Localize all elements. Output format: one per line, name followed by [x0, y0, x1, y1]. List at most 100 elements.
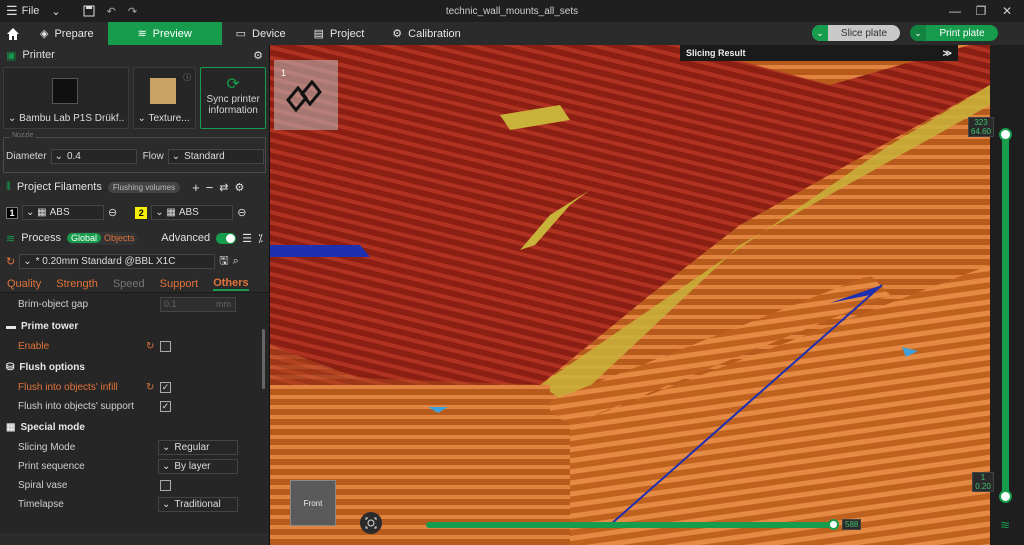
plate-selector[interactable]: ⓘ ⌄ Texture... [132, 67, 197, 129]
profile-row: ↻ ⌄ * 0.20mm Standard @BBL X1C 🖫 ⌕ [0, 248, 269, 275]
flow-select[interactable]: ⌄ Standard [167, 149, 264, 164]
chevron-down-icon[interactable]: ⌄ [812, 25, 828, 41]
remove-icon[interactable]: − [206, 180, 214, 195]
zoom-fit-icon[interactable] [360, 512, 382, 534]
filament-row: 1 ⌄ ▦ ABS ⊖ 2 ⌄ ▦ ABS ⊖ [0, 197, 269, 224]
filaments-header: ⦀ Project Filaments Flushing volumes + −… [0, 177, 269, 197]
slice-plate-button[interactable]: ⌄ Slice plate [812, 25, 900, 41]
info-icon[interactable]: ⓘ [183, 72, 191, 83]
settings-gear-icon[interactable]: ⚙ [253, 49, 263, 62]
process-subtabs: Quality Strength Speed Support Others [0, 275, 269, 293]
dropdown-chevron-icon[interactable]: ⌄ [45, 0, 66, 22]
spiral-vase-row: Spiral vase [0, 476, 269, 495]
close-icon[interactable]: ✕ [994, 4, 1020, 18]
options-scrollbar[interactable] [262, 329, 265, 389]
filament-1-swatch[interactable]: 1 [6, 206, 18, 219]
filament-2-select[interactable]: ⌄ ▦ ABS [151, 205, 234, 220]
reset-icon[interactable]: ↻ [6, 255, 15, 268]
layer-top-handle[interactable] [999, 128, 1012, 141]
list-icon[interactable]: ☰ [242, 232, 252, 245]
flush-infill-checkbox[interactable]: ✓ [160, 382, 171, 393]
prime-tower-icon: ▬ [6, 320, 16, 332]
move-value-label: 588 [842, 519, 862, 530]
home-icon[interactable] [0, 22, 26, 45]
add-icon[interactable]: + [192, 180, 200, 195]
brim-gap-row: Brim-object gap 0.1 mm [0, 293, 269, 315]
move-slider[interactable] [426, 522, 836, 528]
monitor-icon: ▭ [235, 28, 247, 40]
spiral-vase-checkbox[interactable] [160, 480, 171, 491]
tab-prepare[interactable]: ◈ Prepare [26, 22, 108, 45]
undo-icon[interactable]: ↶ [101, 0, 122, 22]
flush-support-checkbox[interactable]: ✓ [160, 401, 171, 412]
layers-icon: ≋ [137, 28, 147, 40]
sync-printer-button[interactable]: ⟳ Sync printer information [200, 67, 266, 129]
reset-icon[interactable]: ↻ [146, 382, 154, 393]
filament-gear-icon[interactable]: ⚙ [234, 181, 244, 194]
flush-infill-row: Flush into objects' infill ↻ ✓ [18, 382, 171, 393]
subtab-speed[interactable]: Speed [113, 278, 145, 290]
printer-selector[interactable]: ⌄ Bambu Lab P1S Drükf... [3, 67, 129, 129]
tab-preview[interactable]: ≋ Preview [107, 22, 222, 45]
3d-preview-viewport[interactable]: Slicing Result ≫ 1 [270, 45, 1024, 545]
global-objects-toggle[interactable]: Global Objects [66, 231, 138, 245]
tab-calibration[interactable]: ⚙ Calibration [378, 22, 474, 45]
reset-icon[interactable]: ↻ [146, 341, 154, 352]
chevron-down-icon[interactable]: ⌄ [910, 25, 926, 41]
timelapse-select[interactable]: ⌄ Traditional [158, 497, 238, 512]
window-title: technic_wall_mounts_all_sets [445, 5, 579, 17]
subtab-quality[interactable]: Quality [7, 278, 41, 290]
plate-thumbnail[interactable]: 1 [274, 60, 338, 130]
flush-support-row: Flush into objects' support ✓ [18, 401, 171, 412]
save-profile-icon[interactable]: 🖫 [219, 252, 228, 271]
options-list: Brim-object gap 0.1 mm ▬ Prime tower Enab… [0, 293, 269, 533]
process-profile-select[interactable]: ⌄ * 0.20mm Standard @BBL X1C [19, 254, 216, 269]
collapse-chevron-icon[interactable]: ≫ [943, 48, 952, 59]
search-icon[interactable]: ⌕ [233, 255, 239, 268]
filament-icon: ⦀ [6, 180, 11, 193]
sliced-model-render [270, 45, 1024, 545]
compare-icon[interactable]: ⁒ [258, 232, 263, 245]
layers-stack-icon[interactable]: ≋ [1000, 518, 1010, 532]
print-sequence-select[interactable]: ⌄ By layer [158, 459, 238, 474]
file-menu[interactable]: ☰ File [0, 0, 45, 22]
diameter-select[interactable]: ⌄ 0.4 [50, 149, 137, 164]
sync-icon: ⟳ [226, 76, 240, 93]
layer-bottom-label: 1 0.20 [972, 472, 994, 492]
subtab-others[interactable]: Others [213, 277, 249, 291]
filament-1-select[interactable]: ⌄ ▦ ABS [22, 205, 104, 220]
sync-filament-icon[interactable]: ⇄ [219, 181, 228, 194]
layer-bottom-handle[interactable] [999, 490, 1012, 503]
remove-filament-icon[interactable]: ⊖ [237, 206, 246, 219]
printer-section-header: ▣ Printer ⚙ [0, 45, 269, 65]
slicing-mode-row: Slicing Mode ⌄ Regular [0, 438, 269, 457]
hamburger-icon: ☰ [6, 3, 18, 18]
advanced-toggle[interactable] [216, 232, 237, 244]
filament-2-swatch[interactable]: 2 [135, 206, 148, 219]
subtab-strength[interactable]: Strength [56, 278, 98, 290]
printer-image-icon [52, 78, 78, 104]
remove-filament-icon[interactable]: ⊖ [108, 206, 117, 219]
redo-icon[interactable]: ↷ [122, 0, 143, 22]
slicing-mode-select[interactable]: ⌄ Regular [158, 440, 238, 455]
timelapse-row: Timelapse ⌄ Traditional [0, 495, 269, 514]
layer-top-label: 323 64.60 [968, 117, 994, 137]
tab-device[interactable]: ▭ Device [222, 22, 300, 45]
save-icon[interactable] [77, 0, 101, 22]
view-cube[interactable]: Front [290, 480, 336, 526]
enable-checkbox[interactable] [160, 341, 171, 352]
flush-options-group: ⛁ Flush options [6, 361, 85, 373]
nozzle-group: Nozzle Diameter ⌄ 0.4 Flow ⌄ Standard [3, 132, 266, 173]
subtab-support[interactable]: Support [160, 278, 199, 290]
move-slider-handle[interactable] [828, 519, 839, 530]
gear-icon: ⚙ [392, 28, 403, 40]
restore-icon[interactable]: ❐ [968, 4, 994, 18]
minimize-icon[interactable]: — [942, 4, 968, 18]
slicing-result-panel[interactable]: Slicing Result ≫ [680, 45, 958, 61]
title-bar: ☰ File ⌄ ↶ ↷ technic_wall_mounts_all_set… [0, 0, 1024, 22]
print-plate-button[interactable]: ⌄ Print plate [910, 25, 998, 41]
brim-gap-input[interactable]: 0.1 mm [160, 296, 236, 312]
flushing-volumes-button[interactable]: Flushing volumes [107, 181, 181, 193]
tab-project[interactable]: ▤ Project [300, 22, 379, 45]
layer-slider[interactable] [1002, 135, 1009, 495]
